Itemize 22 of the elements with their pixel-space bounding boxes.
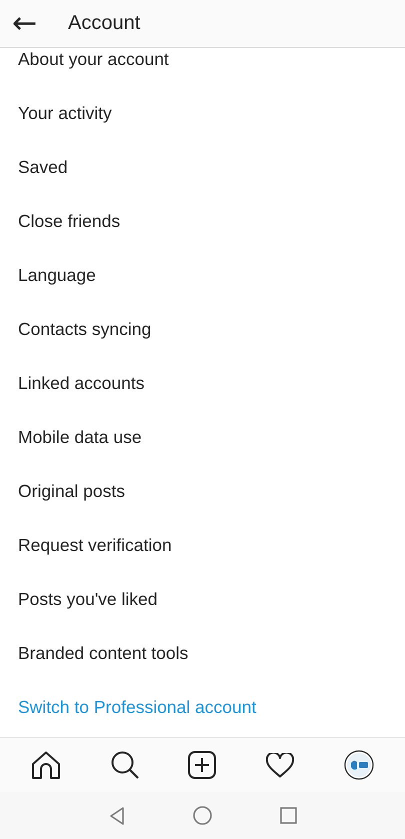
menu-item[interactable]: Contacts syncing — [0, 302, 405, 356]
menu-item[interactable]: Linked accounts — [0, 356, 405, 410]
home-circle-icon[interactable] — [192, 806, 212, 825]
home-icon[interactable] — [30, 751, 61, 779]
back-button[interactable]: ← — [12, 8, 52, 38]
menu-item[interactable]: Saved — [0, 140, 405, 194]
recents-square-icon[interactable] — [280, 807, 296, 824]
profile-avatar-icon[interactable] — [344, 750, 374, 780]
page-title: Account — [68, 12, 140, 35]
menu-item[interactable]: Branded content tools — [0, 626, 405, 680]
menu-item[interactable]: Request verification — [0, 518, 405, 572]
menu-item[interactable]: Original posts — [0, 464, 405, 518]
back-icon[interactable] — [108, 806, 124, 824]
menu-item[interactable]: Posts you've liked — [0, 572, 405, 626]
menu-item[interactable]: Your activity — [0, 86, 405, 140]
heart-icon[interactable] — [266, 752, 294, 778]
menu-item[interactable]: Language — [0, 248, 405, 302]
menu-item[interactable]: Close friends — [0, 194, 405, 248]
menu-item[interactable]: About your account — [0, 48, 405, 86]
add-post-icon[interactable] — [188, 751, 216, 779]
menu-item[interactable]: Mobile data use — [0, 410, 405, 464]
search-icon[interactable] — [110, 751, 139, 779]
